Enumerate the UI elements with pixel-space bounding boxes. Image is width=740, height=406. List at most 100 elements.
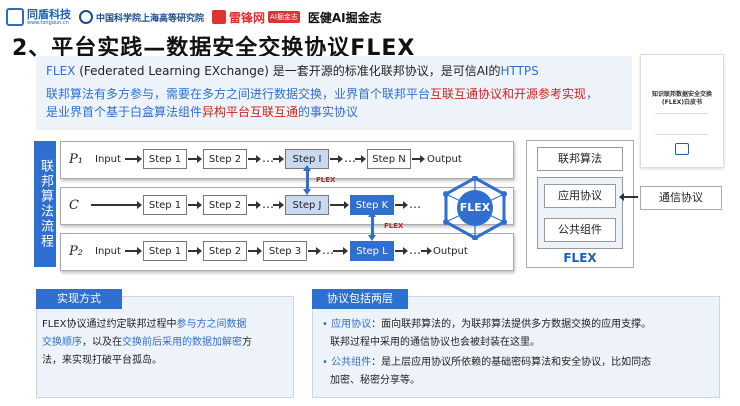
federated-algorithm-layer: 联邦算法 <box>537 147 623 171</box>
flex-link-upper <box>303 165 311 195</box>
input-label: Input <box>95 246 121 257</box>
impl-text: FLEX协议通过约定联邦过程中 <box>42 319 177 330</box>
bullet-icon: • <box>322 319 332 330</box>
flex-link-label-upper: FLEX <box>316 176 336 184</box>
intro-line-3-text: 是业界首个基于白盒算法组件 <box>46 105 203 119</box>
flow-arrow <box>355 155 366 163</box>
protocol-layers-tag: 协议包括两层 <box>312 289 408 309</box>
step-box: Step 2 <box>203 241 247 261</box>
flow-arrow <box>333 247 348 255</box>
step-box: Step 2 <box>203 149 247 169</box>
lane-name: P₂ <box>69 244 83 259</box>
impl-blue: 参与方之间数据 <box>176 319 247 330</box>
protocol-item-1-line-2: 联邦过程中采用的通信协议也会被封装在这里。 <box>330 337 540 348</box>
output-label: Output <box>427 154 462 165</box>
intro-line-2: 联邦算法有多方参与，需要在多方之间进行数据交换，业界首个联邦平台互联互通协议和开… <box>46 86 598 102</box>
whitepaper-thumbnail: 知识联邦数据安全交换(FLEX)白皮书 <box>640 54 724 168</box>
lane-p1: P₁ Input Step 1 Step 2 … Step I … Step N… <box>60 141 514 179</box>
flow-arrow <box>188 155 202 163</box>
flex-term: FLEX <box>46 64 76 78</box>
protocol-item-2: • 公共组件：是上层应用协议所依赖的基础密码算法和安全协议，比如同态 <box>322 354 651 372</box>
protocol-item-2-key: 公共组件 <box>331 357 372 368</box>
protocol-item-2-line-2: 加密、秘密分享等。 <box>330 375 420 386</box>
leifeng-name: 雷锋网 <box>229 10 266 25</box>
flex-stack-panel: 联邦算法 应用协议 公共组件 FLEX <box>526 140 634 268</box>
flow-arrow <box>421 247 432 255</box>
implementation-line-1: FLEX协议通过约定联邦过程中参与方之间数据 <box>42 316 247 334</box>
application-protocol-layer: 应用协议 <box>544 184 616 208</box>
flow-arrow <box>395 247 408 255</box>
common-component-layer: 公共组件 <box>544 218 616 242</box>
flow-arrow <box>188 247 202 255</box>
communication-protocol-box: 通信协议 <box>640 186 722 210</box>
flow-arrow <box>330 155 343 163</box>
cas-logo: 中国科学院上海高等研究院 <box>79 10 204 24</box>
impl-text: 方 <box>242 337 252 348</box>
whitepaper-lines <box>655 113 709 135</box>
step-box: Step 2 <box>203 195 247 215</box>
implementation-line-2: 交换顺序，以及在交换前后采用的数据加解密方 <box>42 334 252 352</box>
impl-blue: 交换前后采用的数据加解密 <box>122 337 242 348</box>
input-label: Input <box>95 154 121 165</box>
flow-arrow <box>308 247 321 255</box>
intro-line-2-end: ， <box>586 87 599 101</box>
flow-arrow <box>273 201 284 209</box>
flow-arrow <box>412 155 425 163</box>
intro-highlight-2: 异构平台互联互通 <box>202 105 299 119</box>
intro-box: FLEX (Federated Learning EXchange) 是一套开源… <box>36 56 632 130</box>
flow-arrow <box>273 155 284 163</box>
implementation-line-3: 法，来实现打破平台孤岛。 <box>42 355 162 366</box>
protocol-item-1: • 应用协议：面向联邦算法的，为联邦算法提供多方数据交换的应用支撑。 <box>322 316 651 334</box>
flex-link-label-lower: FLEX <box>384 222 404 230</box>
implementation-tag: 实现方式 <box>36 289 122 309</box>
lane-name: P₁ <box>69 152 83 167</box>
protocol-item-1-key: 应用协议 <box>331 319 372 330</box>
algorithm-flow-label: 联邦算法流程 <box>34 141 56 267</box>
step-box-active: Step L <box>350 241 394 261</box>
step-box: Step 1 <box>143 149 187 169</box>
comm-arrow <box>620 196 638 198</box>
tongdun-logo-icon <box>6 8 24 26</box>
intro-line-1-text: (Federated Learning EXchange) 是一套开源的标准化联… <box>75 64 501 78</box>
https-term: HTTPS <box>500 64 539 78</box>
leifeng-tag: AI掘金志 <box>268 11 300 23</box>
step-box: Step N <box>367 149 411 169</box>
header-logos: 同盾科技 www.tongdun.cn 中国科学院上海高等研究院 雷锋网 AI掘… <box>6 4 382 30</box>
tongdun-url: www.tongdun.cn <box>27 19 69 26</box>
bullet-icon: • <box>322 357 332 368</box>
intro-highlight-1: 互联互通协议和开源参考实现 <box>430 87 587 101</box>
flow-arrow <box>248 155 261 163</box>
impl-blue: 交换顺序 <box>42 337 82 348</box>
flex-inner-box: 应用协议 公共组件 <box>537 177 623 249</box>
flow-arrow <box>248 201 261 209</box>
step-box: Step 1 <box>143 241 187 261</box>
yijian-name: 医健AI掘金志 <box>307 10 382 25</box>
flow-arrow <box>125 155 142 163</box>
impl-text: ，以及在 <box>82 337 122 348</box>
lane-name: C <box>69 198 79 213</box>
flex-panel-footer: FLEX <box>563 251 597 265</box>
flow-arrow <box>395 201 408 209</box>
flow-arrow <box>125 247 142 255</box>
flow-arrow <box>188 201 202 209</box>
flow-arrow <box>91 201 142 209</box>
step-box-highlight: Step J <box>285 195 329 215</box>
whitepaper-logo-icon <box>675 143 689 155</box>
yijian-logo: 医健AI掘金志 <box>308 9 382 26</box>
ellipsis: … <box>409 197 422 211</box>
protocol-item-2-text: ：是上层应用协议所依赖的基础密码算法和安全协议，比如同态 <box>371 357 652 368</box>
leifeng-icon <box>212 10 227 24</box>
tongdun-logo: 同盾科技 www.tongdun.cn <box>6 8 71 26</box>
step-box: Step 1 <box>143 195 187 215</box>
flow-arrow <box>330 201 349 209</box>
protocol-item-1-text: ：面向联邦算法的，为联邦算法提供多方数据交换的应用支撑。 <box>371 319 652 330</box>
flex-hub-label: FLEX <box>459 201 491 214</box>
flow-arrow <box>248 247 262 255</box>
intro-line-3-end: 的事实协议 <box>298 105 359 119</box>
step-box: Step 3 <box>263 241 307 261</box>
intro-line-1: FLEX (Federated Learning EXchange) 是一套开源… <box>46 63 539 79</box>
whitepaper-title: 知识联邦数据安全交换(FLEX)白皮书 <box>651 91 712 106</box>
tongdun-name: 同盾科技 <box>27 7 71 21</box>
flex-link-lower <box>368 211 376 241</box>
cas-name: 中国科学院上海高等研究院 <box>96 13 205 24</box>
